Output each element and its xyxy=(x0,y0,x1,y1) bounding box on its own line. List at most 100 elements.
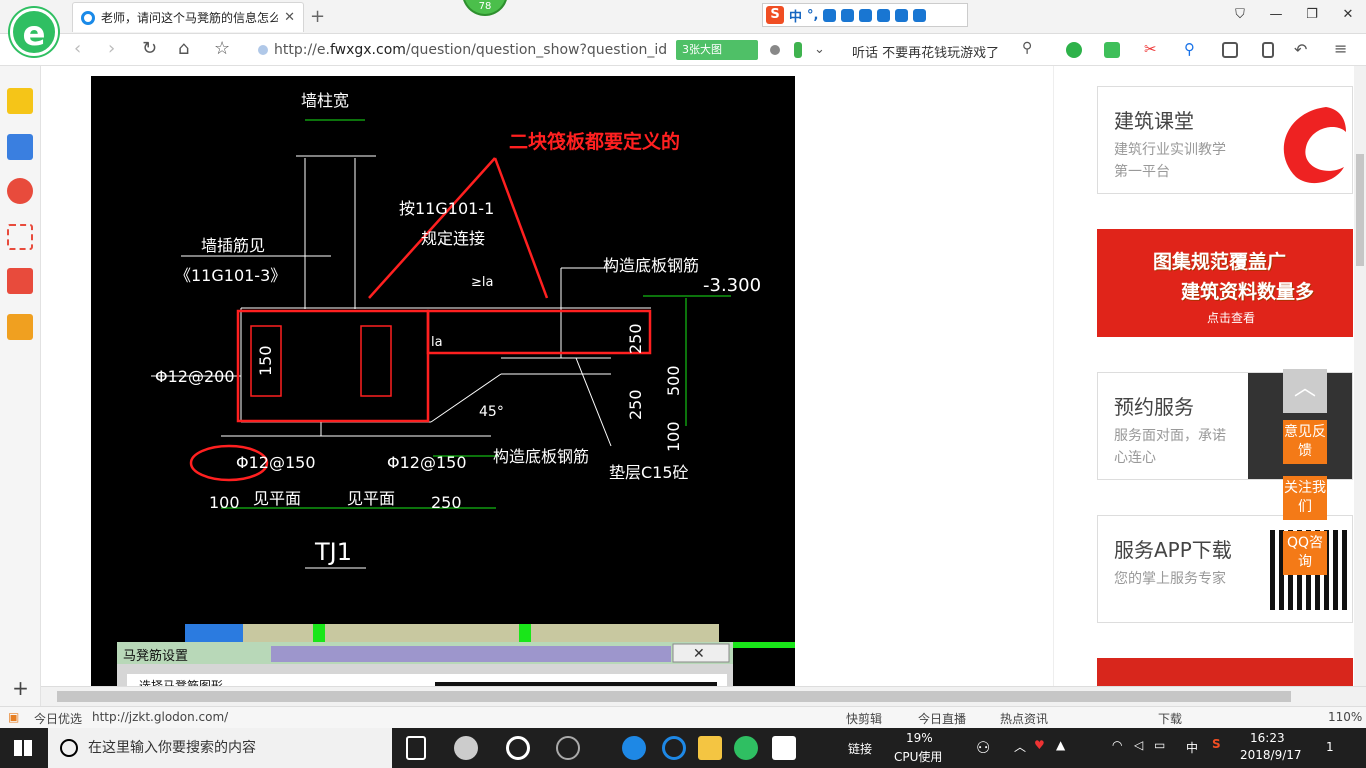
edge-icon[interactable] xyxy=(622,736,646,760)
back-to-top-button[interactable]: ︿ xyxy=(1283,369,1327,413)
undo-icon[interactable]: ↶ xyxy=(1294,40,1307,59)
app-spiral-icon[interactable] xyxy=(556,736,580,760)
cad-label-dim-250: 250 xyxy=(431,493,462,512)
punct-icon[interactable]: °, xyxy=(807,8,818,23)
menu-icon[interactable]: ≡ xyxy=(1334,39,1347,58)
cad-label-spec: 按11G101-1 xyxy=(399,199,494,218)
new-tab-button[interactable]: + xyxy=(310,6,325,27)
start-icon[interactable] xyxy=(14,740,32,756)
emoji-icon[interactable] xyxy=(823,8,837,22)
translate-icon[interactable] xyxy=(1104,42,1120,58)
cad-label-wall-insert-2: 《11G101-3》 xyxy=(175,266,286,285)
tray-ime[interactable]: 中 xyxy=(1186,739,1198,756)
score-badge[interactable]: 78 xyxy=(462,0,508,16)
heart-icon[interactable]: ♥ xyxy=(1034,738,1045,752)
status-picks[interactable]: 今日优选 xyxy=(34,710,82,727)
weibo-icon[interactable] xyxy=(7,178,33,204)
refresh-icon[interactable]: ↻ xyxy=(142,38,157,59)
reading-list-icon[interactable] xyxy=(7,134,33,160)
sogou-tray-icon[interactable]: S xyxy=(1212,737,1221,751)
forward-icon[interactable]: › xyxy=(108,38,115,59)
status-download[interactable]: 下载 xyxy=(1158,710,1182,727)
tray-link[interactable]: 链接 xyxy=(848,740,872,757)
course-card[interactable]: 建筑课堂 建筑行业实训教学第一平台 xyxy=(1097,86,1353,194)
people-icon[interactable]: ⚇ xyxy=(976,738,990,757)
ime-mode[interactable]: 中 xyxy=(789,6,802,25)
lightning-icon[interactable] xyxy=(794,42,802,58)
page-content: 墙柱宽 按11G101-1 规定连接 墙插筋见 《11G101-3》 构造底板钢… xyxy=(41,66,1354,686)
sidebar-add-button[interactable]: + xyxy=(0,676,41,706)
keyboard-tray-icon[interactable]: ▭ xyxy=(1154,738,1165,752)
apps-icon[interactable] xyxy=(1222,42,1238,58)
app-pinwheel-icon[interactable] xyxy=(454,736,478,760)
clock-time[interactable]: 16:23 xyxy=(1250,731,1285,745)
share-icon[interactable] xyxy=(770,45,780,55)
banner-line-2: 建筑资料数量多 xyxy=(1181,281,1315,303)
status-live[interactable]: 今日直播 xyxy=(918,710,966,727)
ie-icon[interactable] xyxy=(662,736,686,760)
tab-close-icon[interactable]: ✕ xyxy=(284,10,295,25)
qq-button[interactable]: QQ咨询 xyxy=(1283,531,1327,575)
cad-dialog-close-icon[interactable]: ✕ xyxy=(693,646,705,662)
minimize-icon[interactable]: — xyxy=(1258,0,1294,30)
status-news[interactable]: 热点资讯 xyxy=(1000,710,1048,727)
back-icon[interactable]: ‹ xyxy=(74,38,81,59)
feedback-button[interactable]: 意见反馈 xyxy=(1283,420,1327,464)
wrench-icon[interactable] xyxy=(913,8,927,22)
wifi-icon[interactable]: ◠ xyxy=(1112,738,1122,752)
task-view-icon[interactable] xyxy=(406,736,426,760)
se-browser-icon[interactable] xyxy=(734,736,758,760)
follow-button[interactable]: 关注我们 xyxy=(1283,476,1327,520)
navigation-bar: ‹ › ↻ ⌂ ☆ http://e.fwxgx.com/question/qu… xyxy=(0,34,1366,66)
phone-icon[interactable] xyxy=(1262,42,1274,58)
volume-icon[interactable]: ◁ xyxy=(1134,738,1143,752)
banner-cta[interactable]: 点击查看 xyxy=(1207,309,1255,326)
horizontal-scrollbar[interactable] xyxy=(41,686,1366,706)
chevron-down-icon[interactable]: ⌄ xyxy=(814,42,825,57)
vertical-scrollbar[interactable] xyxy=(1354,66,1366,686)
taskbar-search[interactable]: 在这里输入你要搜索的内容 xyxy=(48,728,392,768)
mic-icon[interactable] xyxy=(841,8,855,22)
favorites-star-icon[interactable] xyxy=(7,88,33,114)
browser-e-icon[interactable] xyxy=(506,736,530,760)
mail-icon[interactable] xyxy=(7,224,33,250)
shirt-icon[interactable]: ⛉ xyxy=(1222,0,1258,30)
status-quick-clip[interactable]: 快剪辑 xyxy=(846,710,882,727)
hot-search[interactable]: 听话 不要再花钱玩游戏了 xyxy=(852,42,999,61)
notification-count[interactable]: 1 xyxy=(1326,740,1334,754)
browser-logo[interactable]: e xyxy=(10,8,58,56)
clock-date[interactable]: 2018/9/17 xyxy=(1240,748,1302,762)
gift-icon[interactable]: ▣ xyxy=(8,710,19,724)
skin-icon[interactable] xyxy=(895,8,909,22)
tray-up-icon[interactable]: ︿ xyxy=(1014,738,1026,755)
game-icon[interactable] xyxy=(7,268,33,294)
magnifier-icon[interactable]: ⚲ xyxy=(1184,40,1195,58)
bell-icon[interactable]: ▲ xyxy=(1056,738,1065,752)
ime-toolbar[interactable]: S 中 °, xyxy=(762,3,968,27)
promo-banner[interactable]: 图集规范覆盖广 建筑资料数量多 点击查看 xyxy=(1097,229,1353,337)
scissors-icon[interactable]: ✂ xyxy=(1144,40,1157,58)
browser-tab[interactable]: 老师，请问这个马凳筋的信息怎么 ✕ xyxy=(72,2,304,32)
cad-label-cushion: 垫层C15砼 xyxy=(609,463,689,482)
grid-icon[interactable] xyxy=(877,8,891,22)
explorer-icon[interactable] xyxy=(698,736,722,760)
address-bar[interactable]: http://e.fwxgx.com/question/question_sho… xyxy=(258,38,668,62)
status-zoom[interactable]: 110% xyxy=(1328,710,1362,724)
maximize-icon[interactable]: ❐ xyxy=(1294,0,1330,30)
cortana-icon[interactable] xyxy=(60,739,78,757)
search-icon[interactable]: ⚲ xyxy=(1022,40,1032,56)
big-image-button[interactable]: 3张大图 xyxy=(676,40,758,60)
favorite-star-icon[interactable]: ☆ xyxy=(214,38,230,59)
address-url[interactable]: http://e.fwxgx.com/question/question_sho… xyxy=(274,42,667,58)
close-window-icon[interactable]: ✕ xyxy=(1330,0,1366,30)
mail-app-icon[interactable] xyxy=(772,736,796,760)
cad-label-rebar2: Φ12@150 xyxy=(236,453,316,472)
keyboard-icon[interactable] xyxy=(859,8,873,22)
notes-icon[interactable] xyxy=(7,314,33,340)
status-bar: ▣ 今日优选 http://jzkt.glodon.com/ 快剪辑 今日直播 … xyxy=(0,706,1366,728)
course-title: 建筑课堂 xyxy=(1114,109,1194,133)
home-icon[interactable]: ⌂ xyxy=(178,38,189,59)
shield-icon[interactable] xyxy=(1066,42,1082,58)
window-controls: ⛉ — ❐ ✕ xyxy=(1222,0,1366,30)
bottom-banner[interactable] xyxy=(1097,658,1353,686)
